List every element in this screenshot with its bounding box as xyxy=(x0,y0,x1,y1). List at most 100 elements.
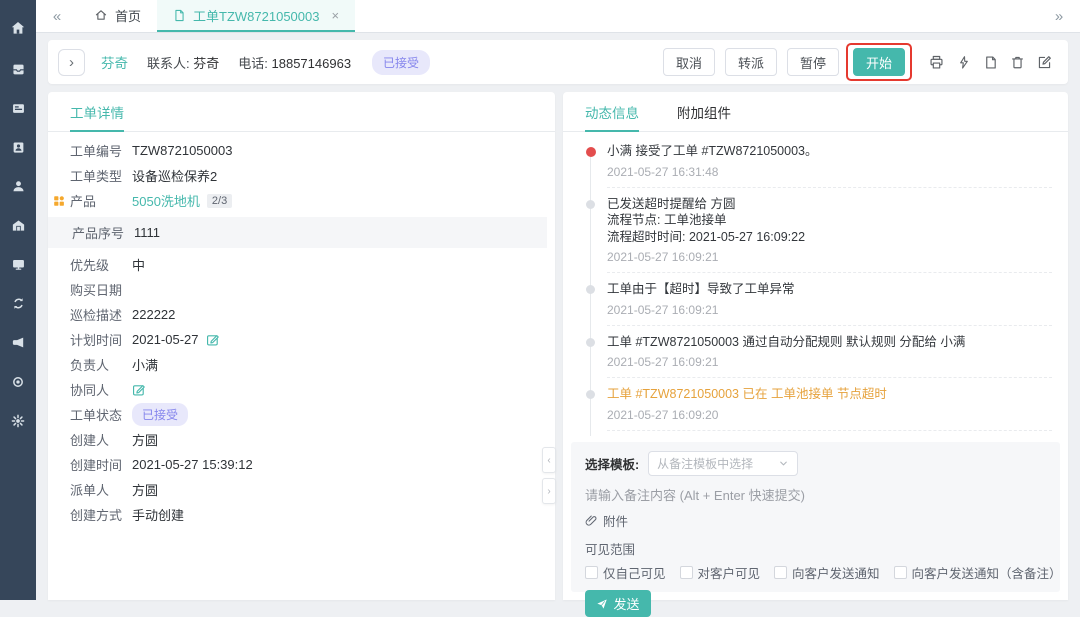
activity-text: 已发送超时提醒给 方圆 xyxy=(607,196,1048,213)
field-value-cell: TZW8721050003 xyxy=(132,142,232,159)
field-label: 计划时间 xyxy=(70,330,132,349)
activity-timestamp: 2021-05-27 16:31:48 xyxy=(607,165,1048,179)
sidebar-item-orders[interactable] xyxy=(0,50,36,89)
field-value: 中 xyxy=(132,255,145,274)
field-label: 创建人 xyxy=(70,430,132,449)
visibility-option[interactable]: 仅自己可见 xyxy=(585,563,666,582)
edit-icon[interactable] xyxy=(206,333,220,347)
toolbar-actions: 取消转派暂停开始 xyxy=(653,43,1058,81)
template-label: 选择模板: xyxy=(585,454,639,473)
checkbox-icon[interactable] xyxy=(680,566,693,579)
note-input[interactable]: 请输入备注内容 (Alt + Enter 快速提交) xyxy=(585,485,1046,504)
tab-workorder-label: 工单TZW8721050003 xyxy=(193,6,319,25)
detail-field-row: 产品 5050洗地机2/3 xyxy=(70,188,533,213)
activity-timeline: 小满 接受了工单 #TZW8721050003。 2021-05-27 16:3… xyxy=(579,133,1056,442)
field-value-cell: 手动创建 xyxy=(132,505,184,524)
field-label: 创建方式 xyxy=(70,505,132,524)
pause-button[interactable]: 暂停 xyxy=(787,48,839,76)
activity-panel-tabs: 动态信息附加组件 xyxy=(563,92,1068,132)
template-select-placeholder: 从备注模板中选择 xyxy=(657,455,753,472)
sidebar-item-settings[interactable] xyxy=(0,401,36,440)
checkbox-icon[interactable] xyxy=(585,566,598,579)
detail-field-row: 创建方式 手动创建 xyxy=(70,502,533,527)
product-count-badge: 2/3 xyxy=(207,194,232,208)
sidebar-item-report[interactable] xyxy=(0,245,36,284)
detail-field-row: 工单类型 设备巡检保养2 xyxy=(70,163,533,188)
attachment-button[interactable]: 附件 xyxy=(585,511,1046,530)
field-value-cell: 2021-05-27 15:39:12 xyxy=(132,456,253,473)
edit-icon[interactable] xyxy=(132,383,146,397)
activity-text: 小满 接受了工单 #TZW8721050003。 xyxy=(607,143,1048,160)
activity-panel: 动态信息附加组件 小满 接受了工单 #TZW8721050003。 2021-0… xyxy=(563,92,1068,600)
assignee-name[interactable]: 芬奇 xyxy=(101,52,128,72)
field-value-cell: 小满 xyxy=(132,355,158,374)
checkbox-icon[interactable] xyxy=(774,566,787,579)
collapse-left-handle[interactable]: ‹ xyxy=(542,447,556,473)
visibility-option[interactable]: 向客户发送通知 xyxy=(774,563,880,582)
template-select[interactable]: 从备注模板中选择 xyxy=(648,451,798,476)
activity-entry: 已发送超时提醒给 方圆流程节点: 工单池接单流程超时时间: 2021-05-27… xyxy=(607,188,1052,274)
sidebar-item-exchange[interactable] xyxy=(0,284,36,323)
print-icon[interactable] xyxy=(923,55,950,70)
document-icon xyxy=(173,9,186,22)
expand-tabs-icon[interactable]: » xyxy=(1038,0,1080,32)
main-area: « 首页 工单TZW8721050003 × » › 芬奇 联系人: 芬奇 电话… xyxy=(36,0,1080,600)
flash-icon[interactable] xyxy=(950,55,977,70)
tab-home[interactable]: 首页 xyxy=(78,0,157,32)
tab-home-label: 首页 xyxy=(115,6,141,25)
detail-field-row: 创建时间 2021-05-27 15:39:12 xyxy=(70,452,533,477)
visibility-options: 仅自己可见 对客户可见 向客户发送通知 向客户发送通知（含备注） xyxy=(585,563,1046,582)
activity-timestamp: 2021-05-27 16:09:21 xyxy=(607,250,1048,264)
field-value: 小满 xyxy=(132,355,158,374)
sidebar-item-announcement[interactable] xyxy=(0,323,36,362)
collapse-tabs-icon[interactable]: « xyxy=(36,0,78,32)
visibility-option-label: 对客户可见 xyxy=(698,563,761,582)
settings-icon xyxy=(11,414,25,428)
activity-timestamp: 2021-05-27 16:09:20 xyxy=(607,408,1048,422)
field-value: TZW8721050003 xyxy=(132,143,232,158)
delete-icon[interactable] xyxy=(1004,55,1031,70)
close-tab-icon[interactable]: × xyxy=(331,8,339,23)
visibility-option[interactable]: 向客户发送通知（含备注） xyxy=(894,563,1062,582)
sidebar-item-workorder[interactable] xyxy=(0,89,36,128)
collapse-right-handle[interactable]: › xyxy=(542,478,556,504)
cancel-button[interactable]: 取消 xyxy=(663,48,715,76)
field-label: 协同人 xyxy=(70,380,132,399)
phone-value: 18857146963 xyxy=(272,56,352,71)
expand-detail-button[interactable]: › xyxy=(58,49,85,76)
timeline-dot xyxy=(586,200,595,209)
send-button[interactable]: 发送 xyxy=(585,590,651,617)
edit-icon[interactable] xyxy=(1031,55,1058,70)
sidebar-item-service[interactable] xyxy=(0,167,36,206)
tab-activity[interactable]: 动态信息 xyxy=(585,92,639,131)
tab-workorder[interactable]: 工单TZW8721050003 × xyxy=(157,0,355,32)
field-label: 工单类型 xyxy=(70,166,132,185)
checkbox-icon[interactable] xyxy=(894,566,907,579)
tab-workorder-detail[interactable]: 工单详情 xyxy=(70,92,124,131)
sidebar-item-warehouse[interactable] xyxy=(0,206,36,245)
field-value-cell: 中 xyxy=(132,255,145,274)
app-sidebar xyxy=(0,0,36,600)
sidebar-item-customer[interactable] xyxy=(0,128,36,167)
sidebar-item-home[interactable] xyxy=(0,6,36,50)
attachment-label: 附件 xyxy=(603,511,628,530)
product-link[interactable]: 5050洗地机 xyxy=(132,191,200,210)
tab-components[interactable]: 附加组件 xyxy=(677,92,731,131)
activity-text: 工单由于【超时】导致了工单异常 xyxy=(607,281,1048,298)
start-button[interactable]: 开始 xyxy=(853,48,905,76)
copy-icon[interactable] xyxy=(977,55,1004,70)
customer-icon xyxy=(11,140,26,155)
exchange-icon xyxy=(11,296,26,311)
paperclip-icon xyxy=(585,514,598,527)
template-row: 选择模板: 从备注模板中选择 xyxy=(585,451,1046,476)
home-outline-icon xyxy=(94,8,108,22)
visibility-option[interactable]: 对客户可见 xyxy=(680,563,761,582)
status-badge: 已接受 xyxy=(372,50,430,75)
workorder-toolbar: › 芬奇 联系人: 芬奇 电话: 18857146963 已接受 取消转派暂停开… xyxy=(48,40,1068,84)
field-value-cell: 设备巡检保养2 xyxy=(132,166,217,185)
activity-text: 工单 #TZW8721050003 通过自动分配规则 默认规则 分配给 小满 xyxy=(607,334,1048,351)
detail-panel: 工单详情 工单编号 TZW8721050003 工单类型 设备巡检保养2 产品 … xyxy=(48,92,555,600)
send-label: 发送 xyxy=(613,594,639,613)
transfer-button[interactable]: 转派 xyxy=(725,48,777,76)
sidebar-item-location[interactable] xyxy=(0,362,36,401)
